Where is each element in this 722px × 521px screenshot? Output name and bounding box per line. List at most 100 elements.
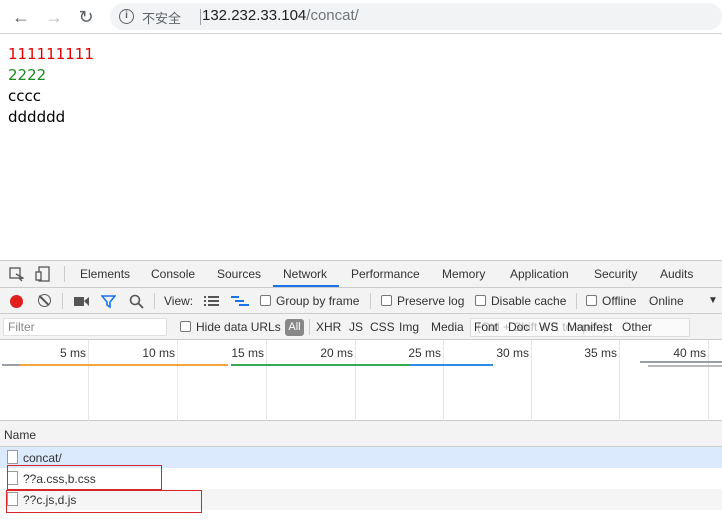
- tick-label: 35 ms: [584, 346, 617, 360]
- offline-checkbox[interactable]: Offline: [586, 294, 636, 308]
- tick-line: [88, 340, 89, 421]
- timeline-bar-css: [231, 364, 411, 366]
- search-icon[interactable]: [129, 294, 144, 309]
- offline-label: Offline: [602, 294, 637, 308]
- document-icon: [7, 450, 18, 464]
- tick-label: 25 ms: [408, 346, 441, 360]
- throttling-value: Online: [649, 294, 684, 308]
- insecure-label: 不安全: [142, 11, 182, 26]
- hide-data-urls-label: Hide data URLs: [196, 320, 281, 334]
- network-filter-bar: Filter Hide data URLs All XHR JS CSS Img…: [0, 314, 722, 340]
- tab-console[interactable]: Console: [151, 267, 195, 281]
- back-arrow-icon[interactable]: ←: [10, 6, 32, 28]
- address-bar[interactable]: i 不安全 132.232.33.104/concat/: [110, 3, 722, 30]
- disable-cache-checkbox[interactable]: Disable cache: [475, 294, 566, 308]
- active-tab-indicator: [273, 285, 339, 287]
- toolbar-separator-4: [576, 293, 577, 309]
- tick-label: 5 ms: [59, 346, 86, 360]
- tab-audits[interactable]: Audits: [660, 267, 693, 281]
- filter-type-all[interactable]: All: [285, 319, 304, 336]
- reload-icon[interactable]: ↻: [75, 6, 97, 28]
- page-content: 111111111 2222 cccc dddddd: [8, 44, 94, 128]
- timeline-bar-queued: [2, 364, 20, 366]
- tab-memory[interactable]: Memory: [442, 267, 485, 281]
- filter-funnel-icon[interactable]: [101, 294, 116, 309]
- tick-label: 40 ms: [673, 346, 706, 360]
- url-host: 132.232.33.104: [202, 7, 307, 24]
- checkbox-box[interactable]: [260, 295, 271, 306]
- filter-type-manifest[interactable]: Manifest: [567, 320, 612, 334]
- waterfall-overview-icon[interactable]: [231, 295, 249, 307]
- toolbar-separator: [62, 293, 63, 309]
- chevron-down-icon[interactable]: ▼: [708, 295, 718, 306]
- device-toolbar-icon[interactable]: [35, 266, 51, 282]
- tick-label: 20 ms: [320, 346, 353, 360]
- url-path: /concat/: [306, 7, 359, 24]
- inspect-element-icon[interactable]: [9, 267, 24, 282]
- tick-line: [531, 340, 532, 421]
- toolbar-separator-3: [370, 293, 371, 309]
- hide-data-urls-checkbox[interactable]: Hide data URLs: [180, 320, 281, 334]
- network-toolbar: View: Group by frame Preserve log Disabl…: [0, 288, 722, 314]
- timeline-bar-js: [410, 364, 493, 366]
- annotation-box-js: [6, 490, 202, 513]
- filter-type-font[interactable]: Font: [474, 320, 498, 334]
- content-line-1: 111111111: [8, 45, 94, 63]
- checkbox-box[interactable]: [381, 295, 392, 306]
- tick-line: [177, 340, 178, 421]
- filter-type-media[interactable]: Media: [431, 320, 464, 334]
- throttling-select[interactable]: Online: [649, 294, 684, 308]
- large-rows-icon[interactable]: [204, 295, 219, 307]
- filter-type-ws[interactable]: WS: [539, 320, 558, 334]
- tab-application[interactable]: Application: [510, 267, 569, 281]
- devtools-panel: Elements Console Sources Network Perform…: [0, 260, 722, 521]
- filter-type-xhr[interactable]: XHR: [316, 320, 341, 334]
- timeline-bar-waiting: [20, 364, 228, 366]
- content-line-3: cccc: [8, 87, 41, 105]
- tick-line: [708, 340, 709, 421]
- tab-sources[interactable]: Sources: [217, 267, 261, 281]
- browser-toolbar: ← → ↻ i 不安全 132.232.33.104/concat/: [0, 0, 722, 34]
- record-icon[interactable]: [10, 295, 23, 308]
- preserve-log-label: Preserve log: [397, 294, 465, 308]
- timeline-bar-gray: [640, 361, 722, 363]
- tick-label: 15 ms: [231, 346, 264, 360]
- filter-type-css[interactable]: CSS: [370, 320, 395, 334]
- tick-label: 30 ms: [496, 346, 529, 360]
- checkbox-box[interactable]: [475, 295, 486, 306]
- tab-network[interactable]: Network: [283, 267, 327, 281]
- tick-line: [619, 340, 620, 421]
- forward-arrow-icon[interactable]: →: [43, 6, 65, 28]
- filter-type-doc[interactable]: Doc: [508, 320, 529, 334]
- tick-line: [266, 340, 267, 421]
- column-header-name[interactable]: Name: [0, 421, 722, 447]
- devtools-tabs: Elements Console Sources Network Perform…: [0, 261, 722, 288]
- group-by-frame-label: Group by frame: [276, 294, 360, 308]
- group-by-frame-checkbox[interactable]: Group by frame: [260, 294, 359, 308]
- filter-type-js[interactable]: JS: [349, 320, 363, 334]
- url-text[interactable]: 132.232.33.104/concat/: [202, 7, 359, 24]
- annotation-box-css: [7, 465, 162, 490]
- screenshot-camera-icon[interactable]: [74, 296, 90, 307]
- info-icon[interactable]: i: [119, 9, 134, 24]
- tab-security[interactable]: Security: [594, 267, 637, 281]
- clear-icon[interactable]: [38, 294, 51, 307]
- network-overview-timeline[interactable]: 5 ms 10 ms 15 ms 20 ms 25 ms 30 ms 35 ms…: [0, 340, 722, 421]
- tab-elements[interactable]: Elements: [80, 267, 130, 281]
- checkbox-box[interactable]: [180, 321, 191, 332]
- filter-type-other[interactable]: Other: [622, 320, 652, 334]
- toolbar-separator-2: [154, 293, 155, 309]
- tab-performance[interactable]: Performance: [351, 267, 420, 281]
- checkbox-box[interactable]: [586, 295, 597, 306]
- filter-input[interactable]: Filter: [3, 318, 167, 336]
- content-line-2: 2222: [8, 66, 47, 84]
- content-line-4: dddddd: [8, 108, 66, 126]
- preserve-log-checkbox[interactable]: Preserve log: [381, 294, 464, 308]
- disable-cache-label: Disable cache: [491, 294, 567, 308]
- address-separator: [200, 9, 201, 25]
- tick-label: 10 ms: [142, 346, 175, 360]
- filter-separator: [309, 319, 310, 335]
- filter-type-img[interactable]: Img: [399, 320, 419, 334]
- request-name[interactable]: concat/: [23, 451, 62, 465]
- tick-line: [443, 340, 444, 421]
